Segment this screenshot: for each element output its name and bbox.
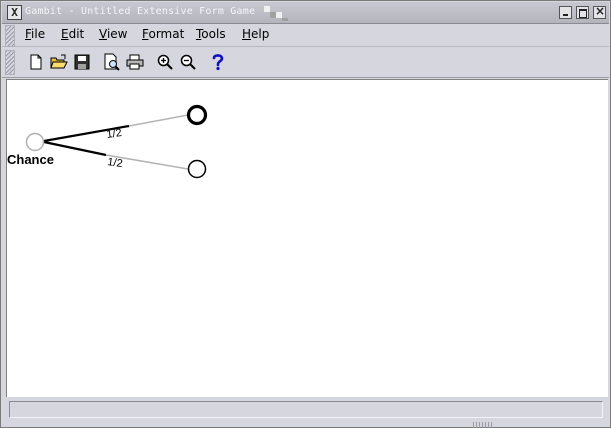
zoom-in-icon: [157, 54, 173, 70]
menu-tools-label: ools: [201, 27, 226, 41]
status-bar: [6, 399, 607, 421]
terminal-node-lower[interactable]: [187, 159, 207, 179]
branch-upper-payoff-line: [128, 114, 189, 127]
menu-view-accel: V: [99, 27, 107, 41]
terminal-node-upper-selected[interactable]: [186, 104, 208, 126]
maximize-button[interactable]: [576, 6, 589, 19]
new-file-icon: [30, 54, 42, 70]
zoom-out-icon: [180, 54, 196, 70]
menu-view[interactable]: View: [97, 27, 129, 41]
window-title: Gambit - Untitled Extensive Form Game: [25, 6, 256, 17]
new-button[interactable]: [26, 52, 46, 72]
resize-grip[interactable]: [473, 422, 493, 428]
zoom-out-button[interactable]: [178, 52, 198, 72]
title-decoration: [264, 6, 294, 21]
menu-view-label: iew: [106, 27, 128, 41]
close-button[interactable]: [593, 4, 606, 19]
game-tree-canvas[interactable]: Chance 1/2 1/2: [6, 79, 608, 397]
menu-edit-accel: E: [61, 27, 69, 41]
menu-format[interactable]: Format: [140, 27, 186, 41]
print-preview-button[interactable]: [102, 52, 122, 72]
menu-file[interactable]: File: [23, 27, 47, 41]
menubar-grip[interactable]: [5, 25, 15, 47]
menu-bar: File Edit View Format Tools Help: [2, 24, 609, 47]
menu-format-label: ormat: [148, 27, 185, 41]
print-preview-icon: [104, 53, 120, 71]
menu-help-accel: H: [242, 27, 252, 41]
print-icon: [126, 54, 144, 70]
window-menu-button[interactable]: X: [7, 5, 22, 20]
toolbar-grip[interactable]: [5, 50, 15, 75]
save-disk-icon: [74, 54, 90, 70]
menu-edit-label: dit: [68, 27, 85, 41]
menu-file-label: ile: [31, 27, 46, 41]
application-window: X Gambit - Untitled Extensive Form Game …: [0, 0, 611, 428]
title-bar[interactable]: X Gambit - Untitled Extensive Form Game: [2, 2, 609, 24]
print-button[interactable]: [125, 52, 145, 72]
help-icon: [212, 54, 224, 71]
chance-node-label: Chance: [7, 152, 54, 167]
open-folder-icon: [50, 54, 68, 69]
zoom-in-button[interactable]: [155, 52, 175, 72]
branch-upper-probability: 1/2: [106, 127, 123, 141]
chance-node[interactable]: [25, 132, 45, 152]
save-button[interactable]: [72, 52, 92, 72]
branch-lower-probability: 1/2: [107, 156, 124, 170]
toolbar: [2, 47, 609, 78]
help-button[interactable]: [208, 52, 228, 72]
menu-help[interactable]: Help: [240, 27, 271, 41]
minimize-button[interactable]: [559, 6, 572, 19]
open-button[interactable]: [49, 52, 69, 72]
game-tree: Chance 1/2 1/2: [7, 104, 208, 179]
status-text: [9, 401, 603, 418]
menu-help-label: elp: [251, 27, 270, 41]
menu-edit[interactable]: Edit: [59, 27, 86, 41]
menu-tools[interactable]: Tools: [194, 27, 228, 41]
